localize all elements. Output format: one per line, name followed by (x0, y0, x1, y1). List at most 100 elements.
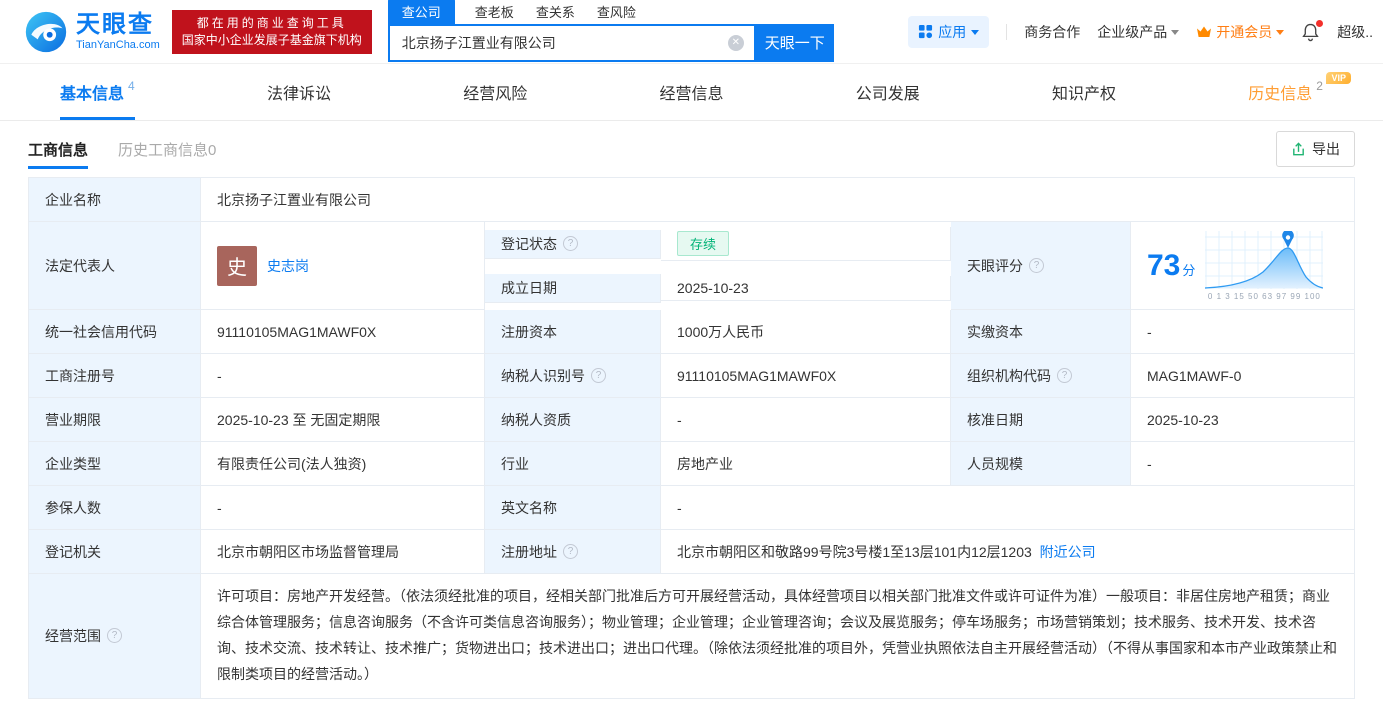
label-reg-address: 注册地址 ? (485, 530, 661, 574)
nav-business-cooperation[interactable]: 商务合作 (1024, 22, 1080, 42)
label-industry: 行业 (485, 442, 661, 486)
tab-label: 基本信息 (60, 80, 124, 104)
nearby-companies-link[interactable]: 附近公司 (1040, 542, 1096, 562)
tab-basic-info[interactable]: 基本信息 4 (60, 64, 135, 120)
tab-label: 知识产权 (1052, 80, 1116, 104)
chevron-down-icon (1276, 30, 1284, 35)
value-taxpayer-quality: - (661, 398, 951, 442)
tab-search-relation[interactable]: 查关系 (534, 2, 577, 24)
status-badge: 存续 (677, 231, 729, 256)
slogan-badge: 都在用的商业查询工具 国家中小企业发展子基金旗下机构 (172, 10, 372, 54)
tab-search-risk[interactable]: 查风险 (595, 2, 638, 24)
value-reg-capital: 1000万人民币 (661, 310, 951, 354)
value-legal-rep: 史 史志岗 (201, 222, 485, 310)
nav-super-vip[interactable]: 超级.. (1337, 22, 1373, 42)
open-vip-label: 开通会员 (1216, 22, 1272, 42)
tab-intellectual-property[interactable]: 知识产权 (1052, 64, 1116, 120)
value-company-name: 北京扬子江置业有限公司 (201, 178, 1355, 222)
label-english-name: 英文名称 (485, 486, 661, 530)
legal-rep-avatar[interactable]: 史 (217, 246, 257, 286)
enterprise-label: 企业级产品 (1097, 22, 1167, 42)
help-icon[interactable]: ? (563, 236, 578, 251)
label-tianyan-score: 天眼评分 ? (951, 222, 1131, 310)
label-business-scope: 经营范围 ? (29, 574, 201, 699)
value-tianyan-score: 73分 0 1 3 15 50 63 (1131, 222, 1355, 310)
clear-icon[interactable]: ✕ (728, 35, 744, 51)
status-date-group: 登记状态 ? 存续 成立日期 2025-10-23 (485, 222, 951, 310)
score-axis-labels: 0 1 3 15 50 63 97 99 100 (1208, 292, 1321, 301)
label-taxpayer-id: 纳税人识别号 ? (485, 354, 661, 398)
label-staff-size: 人员规模 (951, 442, 1131, 486)
tab-label: 公司发展 (856, 80, 920, 104)
help-icon[interactable]: ? (1029, 258, 1044, 273)
tab-business-info[interactable]: 经营信息 (659, 64, 723, 120)
chevron-down-icon (1171, 30, 1179, 35)
value-reg-authority: 北京市朝阳区市场监督管理局 (201, 530, 485, 574)
tab-search-boss[interactable]: 查老板 (473, 2, 516, 24)
subtab-history-registration[interactable]: 历史工商信息0 (118, 121, 216, 177)
label-legal-rep: 法定代表人 (29, 222, 201, 310)
value-industry: 房地产业 (661, 442, 951, 486)
value-company-type: 有限责任公司(法人独资) (201, 442, 485, 486)
label-reg-capital: 注册资本 (485, 310, 661, 354)
label-company-name: 企业名称 (29, 178, 201, 222)
tab-count: 4 (128, 79, 135, 93)
label-business-term: 营业期限 (29, 398, 201, 442)
value-english-name: - (661, 486, 1355, 530)
value-approval-date: 2025-10-23 (1131, 398, 1355, 442)
tab-history-info[interactable]: 历史信息 2 VIP (1248, 64, 1323, 120)
search-tabs: 查公司 查老板 查关系 查风险 (388, 2, 834, 24)
legal-rep-link[interactable]: 史志岗 (267, 256, 309, 276)
value-reg-number: - (201, 354, 485, 398)
logo-subtitle: TianYanCha.com (76, 39, 160, 51)
value-business-term: 2025-10-23 至 无固定期限 (201, 398, 485, 442)
logo-title: 天眼查 (76, 12, 160, 38)
company-info-table: 企业名称 北京扬子江置业有限公司 法定代表人 史 史志岗 登记状态 ? 存续 成… (28, 177, 1355, 699)
help-icon[interactable]: ? (563, 544, 578, 559)
active-tab-underline (60, 117, 135, 120)
value-credit-code: 91110105MAG1MAWF0X (201, 310, 485, 354)
label-reg-authority: 登记机关 (29, 530, 201, 574)
apps-label: 应用 (938, 22, 966, 42)
export-button[interactable]: 导出 (1276, 131, 1355, 167)
value-establish-date: 2025-10-23 (661, 276, 951, 301)
label-paid-capital: 实缴资本 (951, 310, 1131, 354)
label-company-type: 企业类型 (29, 442, 201, 486)
tab-label: 法律诉讼 (267, 80, 331, 104)
nav-open-vip[interactable]: 开通会员 (1196, 22, 1284, 42)
tab-legal-litigation[interactable]: 法律诉讼 (267, 64, 331, 120)
search-button[interactable]: 天眼一下 (756, 24, 834, 62)
label-reg-status: 登记状态 ? (485, 230, 661, 259)
value-business-scope: 许可项目：房地产开发经营。（依法须经批准的项目，经相关部门批准后方可开展经营活动… (201, 574, 1355, 699)
value-insured-count: - (201, 486, 485, 530)
divider (1006, 24, 1007, 40)
label-establish-date: 成立日期 (485, 274, 661, 303)
chevron-down-icon (971, 30, 979, 35)
logo[interactable]: 天眼查 TianYanCha.com (24, 10, 160, 54)
value-org-code: MAG1MAWF-0 (1131, 354, 1355, 398)
tab-company-development[interactable]: 公司发展 (856, 64, 920, 120)
tab-operating-risk[interactable]: 经营风险 (463, 64, 527, 120)
help-icon[interactable]: ? (107, 628, 122, 643)
search-input[interactable] (390, 35, 728, 51)
tab-search-company[interactable]: 查公司 (388, 0, 455, 24)
apps-menu[interactable]: 应用 (908, 16, 989, 48)
value-reg-status: 存续 (661, 227, 951, 261)
slogan-line1: 都在用的商业查询工具 (182, 15, 362, 32)
value-reg-address: 北京市朝阳区和敬路99号院3号楼1至13层101内12层1203 附近公司 (661, 530, 1355, 574)
value-paid-capital: - (1131, 310, 1355, 354)
tianyancha-logo-icon (24, 10, 68, 54)
nav-enterprise-products[interactable]: 企业级产品 (1097, 22, 1179, 42)
subtab-business-registration[interactable]: 工商信息 (28, 121, 88, 177)
slogan-line2: 国家中小企业发展子基金旗下机构 (182, 32, 362, 49)
help-icon[interactable]: ? (1057, 368, 1072, 383)
export-icon (1291, 142, 1306, 157)
label-reg-number: 工商注册号 (29, 354, 201, 398)
notification-bell-icon[interactable] (1301, 22, 1320, 42)
tab-label: 经营信息 (659, 80, 723, 104)
label-taxpayer-quality: 纳税人资质 (485, 398, 661, 442)
label-insured-count: 参保人数 (29, 486, 201, 530)
help-icon[interactable]: ? (591, 368, 606, 383)
subtab-label: 工商信息 (28, 139, 88, 160)
main-tabs: 基本信息 4 法律诉讼 经营风险 经营信息 公司发展 知识产权 历史信息 2 V… (0, 64, 1383, 121)
